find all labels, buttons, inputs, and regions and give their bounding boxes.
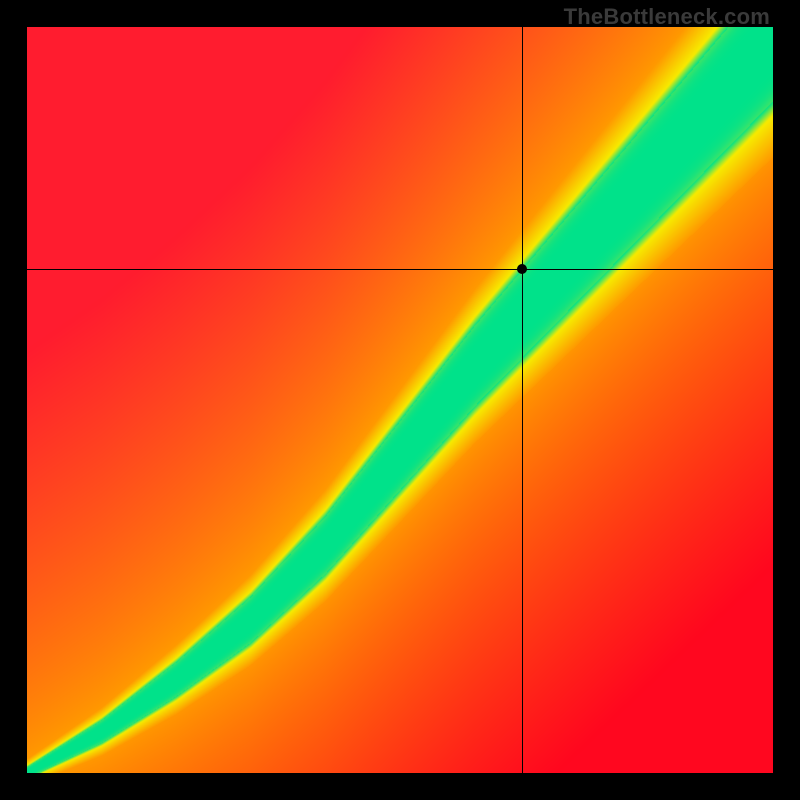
chart-frame: TheBottleneck.com — [0, 0, 800, 800]
heatmap-canvas — [27, 27, 773, 773]
crosshair-vertical — [522, 27, 523, 773]
marker-point — [517, 264, 527, 274]
crosshair-horizontal — [27, 269, 773, 270]
heatmap-plot — [27, 27, 773, 773]
